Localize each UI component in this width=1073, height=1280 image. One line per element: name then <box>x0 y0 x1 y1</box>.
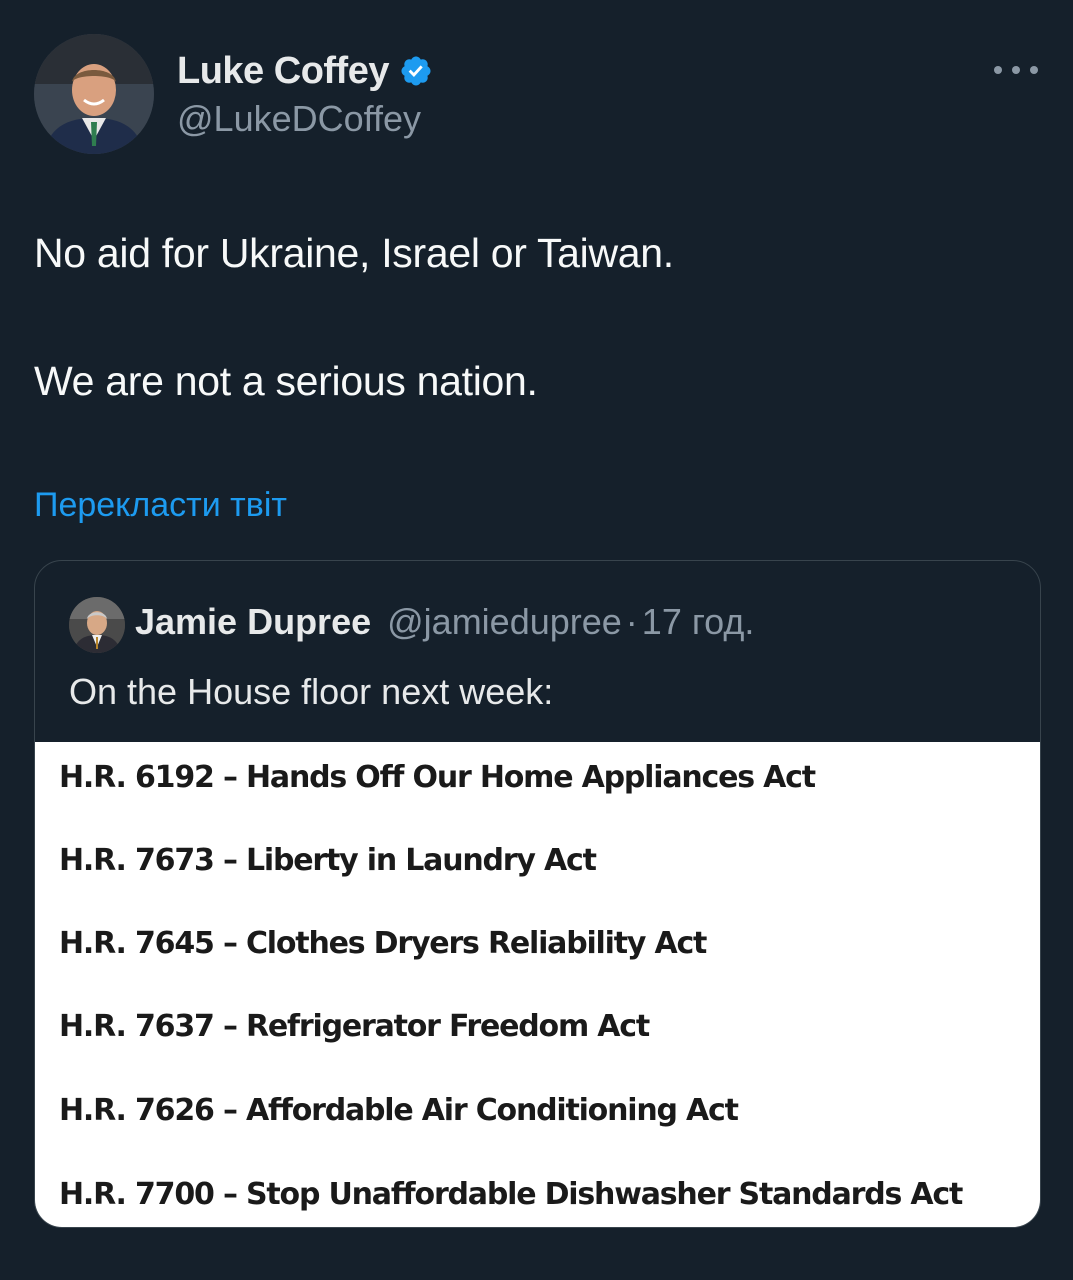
translate-tweet-link[interactable]: Перекласти твіт <box>34 486 287 525</box>
bill-item: H.R. 7645 – Clothes Dryers Reliability A… <box>59 926 707 961</box>
quoted-tweet-image[interactable]: H.R. 6192 – Hands Off Our Home Appliance… <box>35 742 1040 1227</box>
author-handle[interactable]: @LukeDCoffey <box>177 98 421 140</box>
verified-badge-icon[interactable] <box>399 54 433 88</box>
bill-item: H.R. 7673 – Liberty in Laundry Act <box>59 843 597 878</box>
author-name-row: Luke Coffey <box>177 48 433 94</box>
quoted-author-handle[interactable]: @jamiedupree <box>387 601 622 642</box>
quoted-author-avatar-image <box>69 597 125 653</box>
quoted-author-name[interactable]: Jamie Dupree <box>135 601 371 642</box>
author-avatar[interactable] <box>34 34 154 154</box>
quoted-tweet-time[interactable]: 17 год. <box>642 601 755 642</box>
more-dot <box>994 66 1002 74</box>
meta-separator: · <box>625 601 638 642</box>
more-options-icon[interactable] <box>994 56 1038 84</box>
more-dot <box>1012 66 1020 74</box>
more-dot <box>1030 66 1038 74</box>
author-avatar-image <box>34 34 154 154</box>
tweet-text-line: No aid for Ukraine, Israel or Taiwan. <box>34 230 674 276</box>
quoted-tweet-card[interactable]: Jamie Dupree @jamiedupree · 17 год. On the… <box>34 560 1041 1228</box>
tweet-text-line: We are not a serious nation. <box>34 358 538 404</box>
bill-item: H.R. 6192 – Hands Off Our Home Appliance… <box>59 760 816 795</box>
author-name[interactable]: Luke Coffey <box>177 50 389 93</box>
bill-item: H.R. 7700 – Stop Unaffordable Dishwasher… <box>59 1177 963 1212</box>
bill-item: H.R. 7626 – Affordable Air Conditioning … <box>59 1093 739 1128</box>
quoted-tweet-text: On the House floor next week: <box>69 671 554 712</box>
bill-item: H.R. 7637 – Refrigerator Freedom Act <box>59 1009 650 1044</box>
quoted-tweet-header: Jamie Dupree @jamiedupree · 17 год. <box>135 601 754 643</box>
quoted-author-avatar[interactable] <box>69 597 125 653</box>
